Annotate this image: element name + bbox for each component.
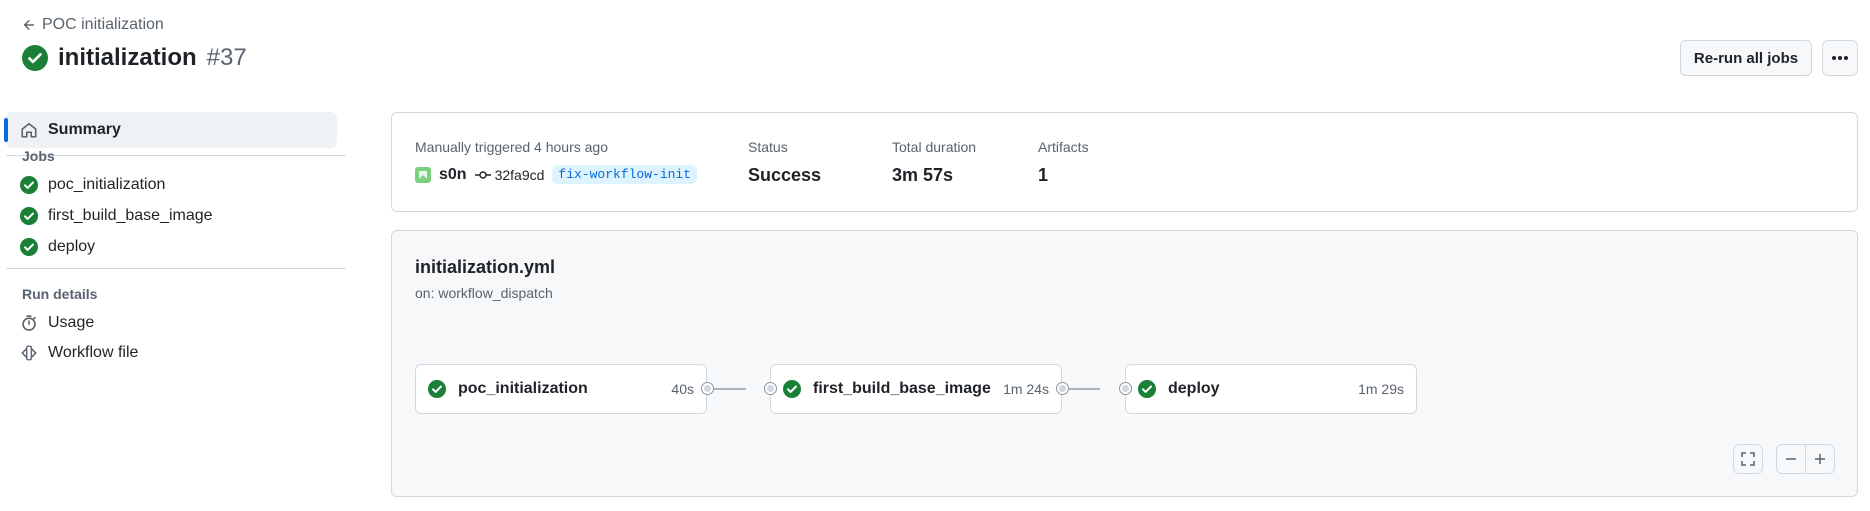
sidebar-job-deploy[interactable]: deploy xyxy=(20,238,95,256)
workflow-graph-card: initialization.yml on: workflow_dispatch… xyxy=(391,230,1858,497)
sidebar-item-label: Workflow file xyxy=(48,344,139,361)
sidebar-job-first-build-base-image[interactable]: first_build_base_image xyxy=(20,207,213,225)
connector-dot xyxy=(1057,383,1068,394)
check-circle-icon xyxy=(22,45,48,71)
rerun-all-jobs-button[interactable]: Re-run all jobs xyxy=(1680,40,1812,76)
zoom-out-icon xyxy=(1786,458,1796,460)
duration-label: Total duration xyxy=(892,139,977,155)
sidebar-item-usage[interactable]: Usage xyxy=(20,314,94,332)
divider xyxy=(6,155,346,156)
connector-dot xyxy=(1120,383,1131,394)
artifacts-label: Artifacts xyxy=(1038,139,1089,155)
sidebar-job-label: first_build_base_image xyxy=(48,207,213,224)
job-name: first_build_base_image xyxy=(813,380,991,397)
page-title: initialization #37 xyxy=(22,44,247,72)
check-circle-icon xyxy=(783,380,801,398)
job-name: poc_initialization xyxy=(458,380,588,397)
artifacts-value[interactable]: 1 xyxy=(1038,165,1089,186)
sidebar-item-summary[interactable]: Summary xyxy=(4,112,337,148)
job-name: deploy xyxy=(1168,380,1220,397)
trigger-text: Manually triggered 4 hours ago xyxy=(415,139,609,155)
jobs-heading: Jobs xyxy=(22,148,55,164)
status-label: Status xyxy=(748,139,788,155)
check-circle-icon xyxy=(20,207,38,225)
zoom-in-button[interactable] xyxy=(1805,444,1835,474)
job-duration: 40s xyxy=(671,381,694,397)
arrow-left-icon xyxy=(23,20,35,30)
avatar[interactable] xyxy=(415,166,431,183)
connector-dot xyxy=(765,383,776,394)
status-value: Success xyxy=(748,165,822,185)
sidebar-job-label: deploy xyxy=(48,238,96,255)
check-circle-icon xyxy=(428,380,446,398)
zoom-out-button[interactable] xyxy=(1776,444,1806,474)
commit-icon xyxy=(474,170,491,179)
duration-info: Total duration 3m 57s xyxy=(892,139,976,186)
status-info: Status Success xyxy=(748,139,821,186)
connector-dot xyxy=(702,383,713,394)
sidebar-item-label: Usage xyxy=(48,314,95,331)
avatar-icon xyxy=(419,170,427,179)
back-link[interactable]: POC initialization xyxy=(22,16,164,34)
run-number: #37 xyxy=(206,44,247,71)
workflow-file-icon xyxy=(21,345,37,361)
zoom-in-icon xyxy=(1815,454,1825,464)
back-link-label: POC initialization xyxy=(42,16,164,33)
check-circle-icon xyxy=(20,238,38,256)
job-node-poc-initialization[interactable]: poc_initialization 40s xyxy=(415,364,707,414)
sidebar-item-workflow-file[interactable]: Workflow file xyxy=(20,344,138,362)
trigger-info: Manually triggered 4 hours ago s0n 32fa9… xyxy=(415,139,698,184)
job-node-deploy[interactable]: deploy 1m 29s xyxy=(1125,364,1417,414)
actor-link[interactable]: s0n xyxy=(439,166,467,184)
sidebar-job-label: poc_initialization xyxy=(48,176,166,193)
home-icon xyxy=(21,122,37,138)
run-summary-card: Manually triggered 4 hours ago s0n 32fa9… xyxy=(391,112,1858,212)
kebab-horizontal-icon xyxy=(1832,56,1848,60)
active-indicator xyxy=(4,118,8,142)
job-connector xyxy=(708,388,746,390)
commit-sha: 32fa9cd xyxy=(494,166,545,183)
fullscreen-button[interactable] xyxy=(1733,444,1763,474)
duration-value: 3m 57s xyxy=(892,165,954,185)
artifacts-info: Artifacts 1 xyxy=(1038,139,1089,186)
branch-badge[interactable]: fix-workflow-init xyxy=(552,165,698,184)
job-duration: 1m 29s xyxy=(1358,381,1404,397)
divider xyxy=(6,268,346,269)
check-circle-icon xyxy=(1138,380,1156,398)
fullscreen-icon xyxy=(1741,452,1755,466)
check-circle-icon xyxy=(20,176,38,194)
workflow-file-name: initialization.yml xyxy=(415,257,556,277)
sidebar-item-label: Summary xyxy=(48,121,121,138)
workflow-trigger: on: workflow_dispatch xyxy=(415,285,553,301)
more-options-button[interactable] xyxy=(1822,40,1858,76)
run-name: initialization xyxy=(58,44,197,71)
stopwatch-icon xyxy=(22,315,36,331)
sidebar-job-poc-initialization[interactable]: poc_initialization xyxy=(20,176,165,194)
run-details-heading: Run details xyxy=(22,286,98,302)
job-node-first-build-base-image[interactable]: first_build_base_image 1m 24s xyxy=(770,364,1062,414)
commit-link[interactable]: 32fa9cd xyxy=(474,166,545,183)
job-duration: 1m 24s xyxy=(1003,381,1049,397)
